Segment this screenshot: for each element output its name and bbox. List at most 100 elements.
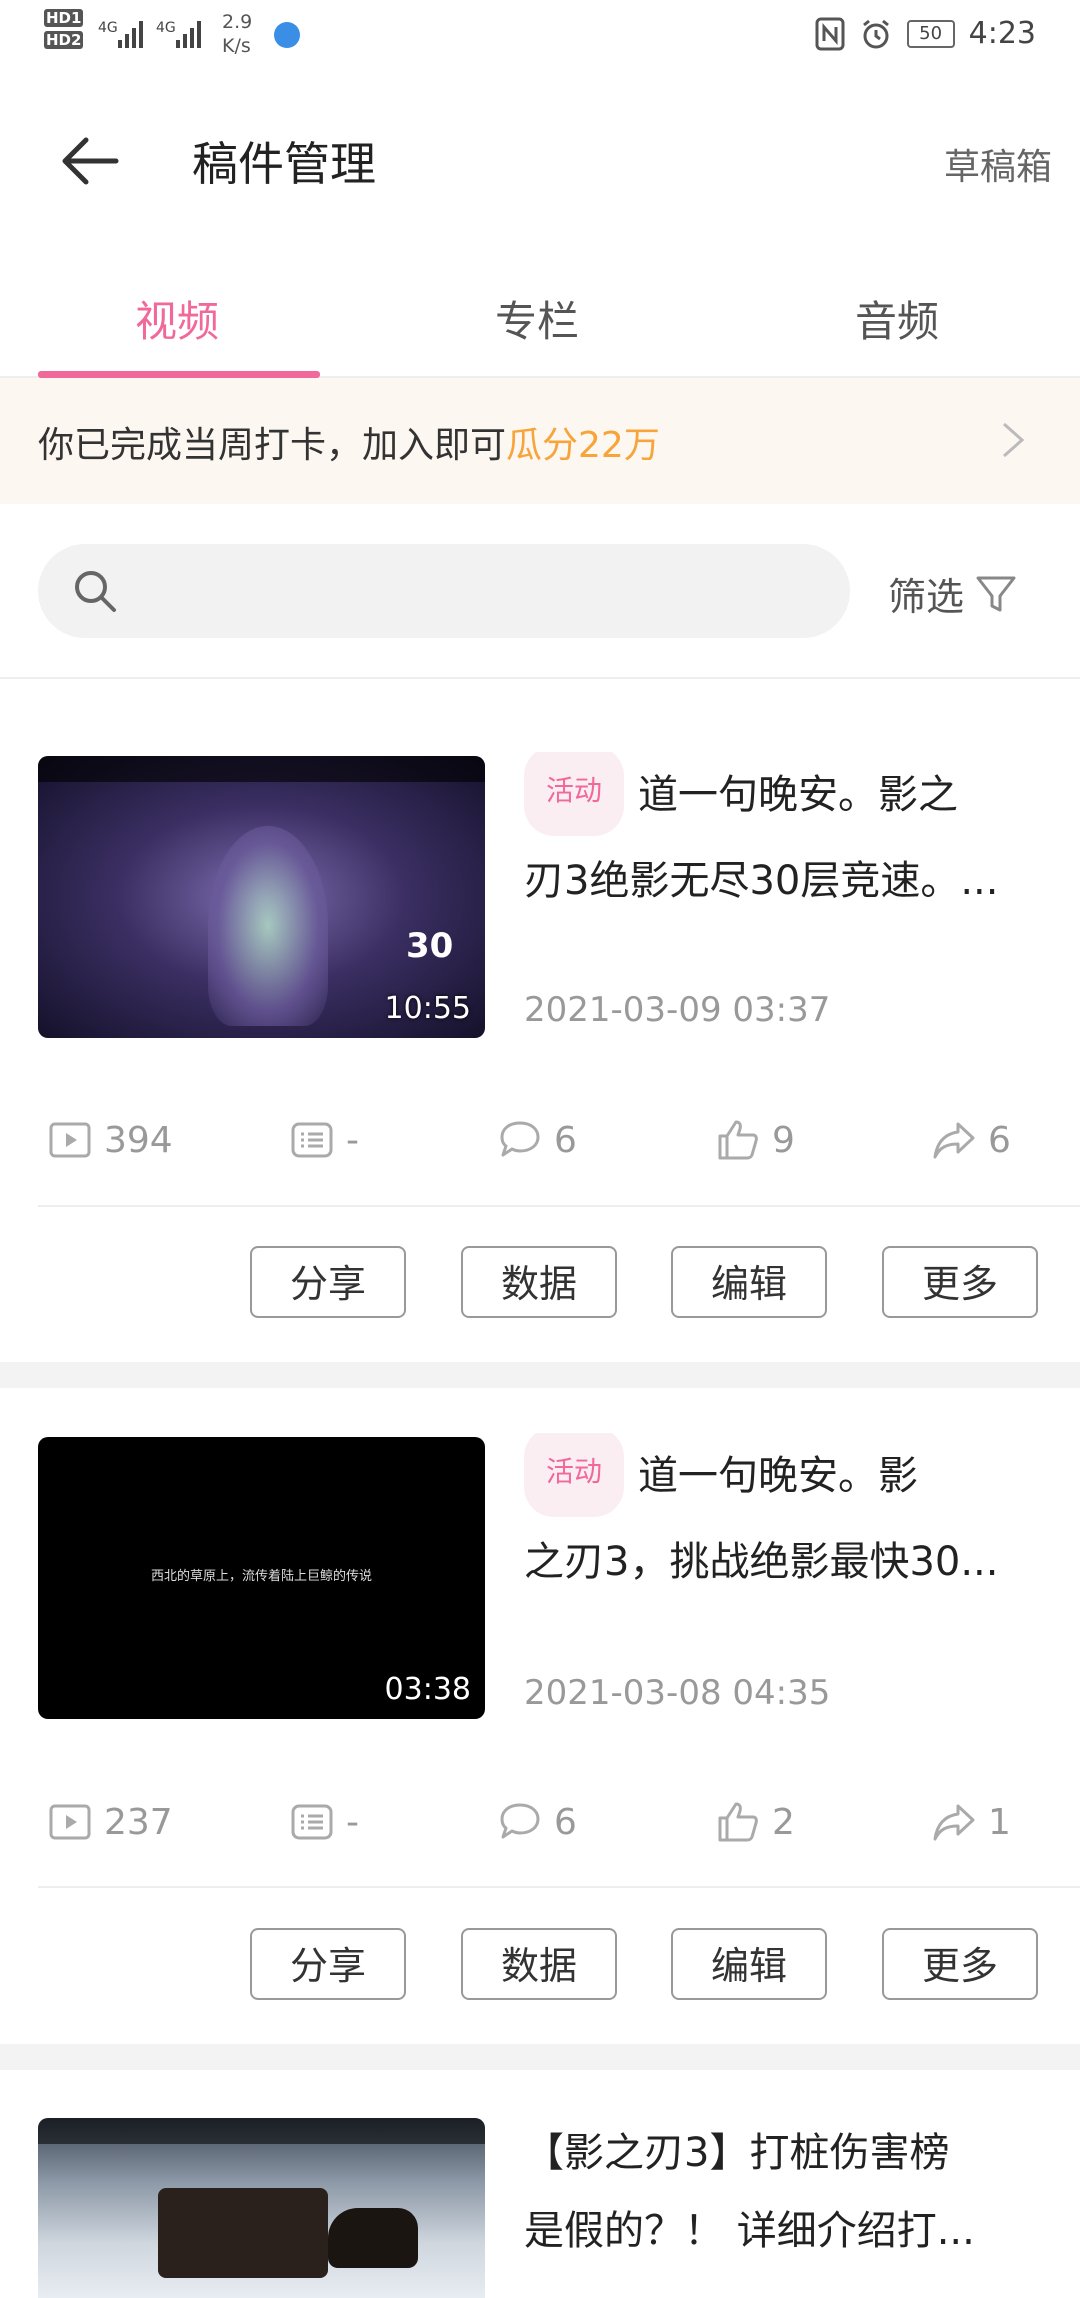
network-type-1: 4G [98, 20, 118, 36]
comment-icon [500, 1803, 540, 1839]
comment-icon [500, 1121, 540, 1157]
share-button[interactable]: 分享 [250, 1928, 406, 2000]
chevron-right-icon [1003, 422, 1025, 458]
title-line: 刃3绝影无尽30层竞速。... [524, 858, 999, 904]
stat-likes: 2 [716, 1800, 795, 1844]
tab-video[interactable]: 视频 [135, 288, 219, 349]
play-count-icon [49, 1804, 91, 1840]
stat-shares: 1 [932, 1800, 1011, 1844]
nfc-icon [815, 17, 845, 50]
share-icon [933, 1122, 975, 1159]
title-line: 道一句晚安。影之 [638, 772, 959, 818]
divider [38, 1205, 1080, 1207]
draft-box-button[interactable]: 草稿箱 [944, 138, 1052, 190]
thumbnail-overlay-text: 西北的草原上，流传着陆上巨鲸的传说 [150, 1569, 372, 1584]
app-notification-icon [274, 22, 300, 48]
thumbnail-hud [38, 2118, 485, 2144]
danmaku-count: - [346, 1801, 359, 1843]
video-thumbnail[interactable] [38, 2118, 485, 2298]
edit-button[interactable]: 编辑 [671, 1928, 827, 2000]
hd2-label: HD2 [44, 31, 84, 49]
tab-column[interactable]: 专栏 [495, 288, 579, 349]
stat-danmaku: - [290, 1118, 359, 1162]
stat-likes: 9 [716, 1118, 795, 1162]
thumbnail-hud [38, 756, 485, 782]
video-title[interactable]: 活动 道一句晚安。影之 刃3绝影无尽30层竞速。... [524, 752, 1044, 920]
video-duration: 03:38 [384, 1672, 471, 1707]
checkin-banner[interactable]: 你已完成当周打卡，加入即可瓜分22万 [0, 378, 1080, 504]
video-title[interactable]: 活动 道一句晚安。影 之刃3，挑战绝影最快30... [524, 1433, 1044, 1601]
stat-plays: 394 [48, 1118, 173, 1162]
speed-value: 2.9 [222, 11, 253, 33]
clock: 4:23 [968, 16, 1036, 51]
stat-shares: 6 [932, 1118, 1011, 1162]
section-separator [0, 1362, 1080, 1388]
thumbnail-carriage [158, 2188, 328, 2278]
activity-tag: 活动 [524, 1433, 625, 1517]
video-title[interactable]: 【影之刃3】打桩伤害榜 是假的？！ 详细介绍打... [524, 2114, 1044, 2270]
divider [38, 1886, 1080, 1888]
publish-date: 2021-03-08 04:35 [524, 1673, 831, 1713]
battery-indicator: 50 [906, 19, 955, 48]
play-count: 394 [104, 1119, 173, 1161]
hd-indicator: HD1 HD2 [44, 8, 90, 49]
tab-audio[interactable]: 音频 [855, 288, 939, 349]
speed-unit: K/s [222, 35, 251, 57]
share-button[interactable]: 分享 [250, 1246, 406, 1318]
thumbnail-overlay-text: 30 [406, 926, 454, 966]
banner-message: 你已完成当周打卡，加入即可 [38, 425, 507, 466]
edit-button[interactable]: 编辑 [671, 1246, 827, 1318]
back-button[interactable] [56, 126, 126, 196]
page-title: 稿件管理 [192, 137, 376, 191]
title-line: 是假的？！ 详细介绍打... [524, 2208, 975, 2254]
section-separator [0, 2044, 1080, 2070]
tab-indicator [38, 371, 320, 378]
play-count-icon [49, 1122, 91, 1158]
search-icon [75, 571, 116, 612]
signal-bars-1-icon [118, 18, 143, 48]
play-count: 237 [104, 1801, 173, 1843]
hd1-label: HD1 [44, 9, 84, 27]
network-speed: 2.9 K/s [222, 10, 252, 58]
thumbnail-horse [328, 2208, 418, 2268]
danmaku-icon [291, 1122, 333, 1158]
search-input[interactable] [134, 544, 818, 640]
video-thumbnail[interactable]: 30 10:55 [38, 756, 485, 1038]
status-bar: HD1 HD2 4G 4G 2.9 K/s 50 4:23 [0, 0, 1080, 70]
publish-date: 2021-03-09 03:37 [524, 990, 831, 1030]
more-button[interactable]: 更多 [882, 1246, 1038, 1318]
title-line: 道一句晚安。影 [638, 1453, 919, 1499]
like-count: 9 [772, 1119, 795, 1161]
activity-tag: 活动 [524, 752, 625, 836]
banner-highlight: 瓜分22万 [506, 425, 660, 466]
video-thumbnail[interactable]: 西北的草原上，流传着陆上巨鲸的传说 03:38 [38, 1437, 485, 1719]
search-bar[interactable] [38, 544, 850, 640]
signal-bars-2-icon [176, 18, 201, 48]
stat-plays: 237 [48, 1800, 173, 1844]
share-icon [933, 1804, 975, 1841]
danmaku-count: - [346, 1119, 359, 1161]
thumbnail-figure [208, 826, 328, 1026]
stat-danmaku: - [290, 1800, 359, 1844]
more-button[interactable]: 更多 [882, 1928, 1038, 2000]
alarm-icon [862, 19, 889, 48]
stat-comments: 6 [498, 1118, 577, 1162]
tab-bar: 视频 专栏 音频 [0, 250, 1080, 378]
danmaku-icon [291, 1804, 333, 1840]
comment-count: 6 [554, 1801, 577, 1843]
filter-label: 筛选 [888, 575, 965, 619]
like-icon [718, 1120, 758, 1160]
share-count: 1 [988, 1801, 1011, 1843]
banner-text: 你已完成当周打卡，加入即可瓜分22万 [38, 416, 660, 468]
filter-button[interactable]: 筛选 [888, 566, 1018, 621]
divider [0, 677, 1080, 679]
comment-count: 6 [554, 1119, 577, 1161]
like-count: 2 [772, 1801, 795, 1843]
status-right: 50 4:23 [815, 16, 1036, 51]
data-button[interactable]: 数据 [461, 1246, 617, 1318]
data-button[interactable]: 数据 [461, 1928, 617, 2000]
like-icon [718, 1802, 758, 1842]
filter-icon [976, 576, 1016, 611]
network-type-2: 4G [156, 20, 176, 36]
title-line: 之刃3，挑战绝影最快30... [524, 1539, 999, 1585]
